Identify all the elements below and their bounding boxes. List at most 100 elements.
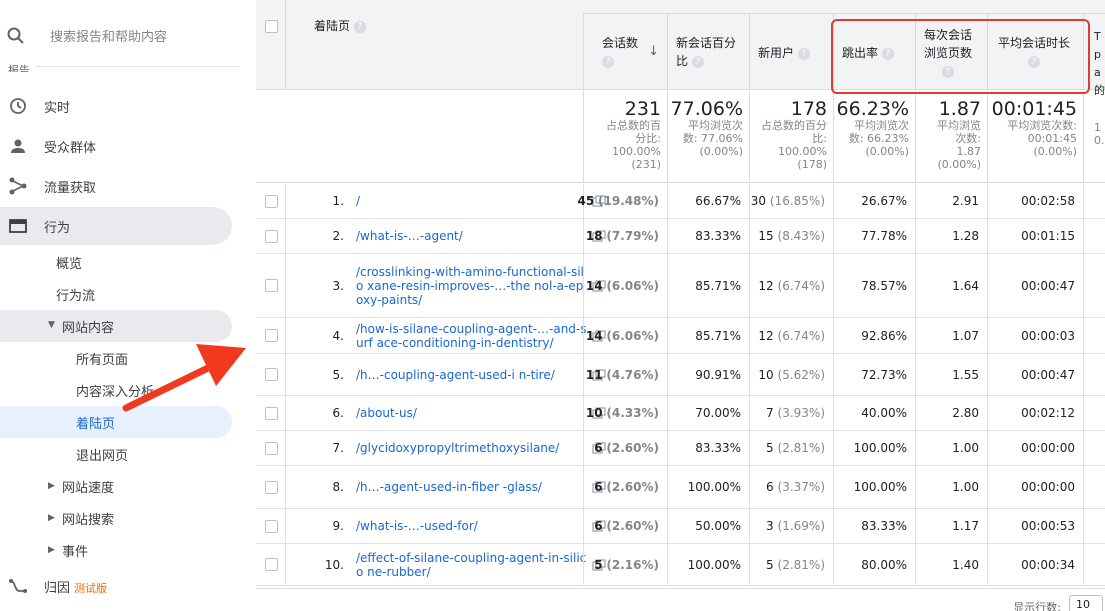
row-checkbox[interactable]: [265, 368, 278, 381]
landing-page-link[interactable]: /about-us/: [356, 406, 588, 420]
header-new-users[interactable]: 新用户 ?: [749, 14, 833, 90]
caret-down-icon[interactable]: ▼: [48, 320, 55, 330]
row-checkbox[interactable]: [265, 480, 278, 494]
row-number: 7.: [332, 441, 344, 455]
landing-page-link[interactable]: /glycidoxypropyltrimethoxysilane/: [356, 441, 588, 455]
landing-page-link[interactable]: /: [356, 194, 588, 208]
row-checkbox[interactable]: [265, 519, 278, 533]
sessions-cell: 45 (19.48%): [578, 184, 667, 218]
sidebar-item-content-drilldown[interactable]: 内容深入分析: [76, 375, 154, 405]
header-new-sessions[interactable]: 新会话百分比 ?: [667, 14, 749, 90]
row-checkbox[interactable]: [265, 329, 278, 342]
search-input[interactable]: 搜索报告和帮助内容: [50, 26, 167, 45]
landing-page-link[interactable]: /crosslinking-with-amino-functional-silo…: [356, 265, 588, 307]
pages-per-session-cell: 1.40: [915, 544, 987, 585]
sidebar-item-label: 实时: [44, 100, 71, 116]
cut-cell: [1083, 544, 1105, 585]
sort-down-icon[interactable]: ↓: [648, 44, 659, 59]
new-sessions-cell: 85.71%: [667, 318, 749, 353]
bounce-rate-cell: 40.00%: [833, 396, 915, 430]
header-pages-per-session[interactable]: 每次会话 浏览页数?: [915, 14, 987, 90]
bounce-rate-cell: 80.00%: [833, 544, 915, 585]
bounce-rate-cell: 100.00%: [833, 431, 915, 465]
help-icon[interactable]: ?: [942, 65, 954, 78]
sidebar-item-audience[interactable]: 受众群体: [0, 127, 232, 165]
pages-per-session-cell: 1.55: [915, 354, 987, 395]
header-avg-session-duration[interactable]: 平均会话时长?: [987, 14, 1083, 90]
cut-cell: [1083, 396, 1105, 430]
table-row: 8. /h…-agent-used-in-fiber -glass/6 (2.60…: [256, 466, 1105, 509]
cut-cell: [1083, 466, 1105, 508]
sidebar-group-site-content-bg: [0, 310, 232, 342]
new-users-cell: 6 (3.37%): [749, 466, 833, 508]
row-checkbox[interactable]: [265, 279, 278, 292]
sidebar-item-all-pages[interactable]: 所有页面: [76, 343, 128, 373]
sidebar-item-realtime[interactable]: 实时: [0, 87, 232, 125]
landing-page-link[interactable]: /what-is-…-agent/: [356, 229, 588, 243]
row-checkbox[interactable]: [265, 441, 278, 455]
new-users-cell: 5 (2.81%): [749, 431, 833, 465]
rows-label: 显示行数:: [1013, 601, 1061, 611]
new-users-cell: 7 (3.93%): [749, 396, 833, 430]
landing-page-link[interactable]: /how-is-silane-coupling-agent-…-and-surf…: [356, 322, 588, 350]
landing-page-link[interactable]: /h…-coupling-agent-used-i n-tire/: [356, 368, 588, 382]
sidebar-item-site-content[interactable]: 网站内容: [62, 311, 114, 341]
search-icon[interactable]: [6, 26, 26, 46]
help-icon[interactable]: ?: [881, 47, 894, 60]
landing-page-link[interactable]: /effect-of-silane-coupling-agent-in-sili…: [356, 551, 588, 579]
select-all-checkbox[interactable]: [265, 20, 278, 33]
new-users-cell: 30 (16.85%): [749, 184, 833, 218]
row-checkbox[interactable]: [265, 194, 278, 208]
row-number: 2.: [332, 229, 344, 243]
sidebar-item-label: 退出网页: [76, 448, 129, 464]
sidebar-item-label: 内容深入分析: [76, 384, 155, 400]
pages-per-session-cell: 2.80: [915, 396, 987, 430]
row-checkbox[interactable]: [265, 229, 278, 243]
header-landing-page[interactable]: 着陆页 ?: [285, 0, 583, 90]
rows-per-page-select[interactable]: 10: [1069, 595, 1103, 611]
header-sessions[interactable]: 会话数? ↓: [583, 14, 667, 90]
row-checkbox[interactable]: [265, 406, 278, 420]
table-row: 5. /h…-coupling-agent-used-i n-tire/11 (4…: [256, 354, 1105, 396]
landing-pages-table: 着陆页 ? 会话数? ↓ 新会话百分比 ? 新用户 ? 跳出率 ? 每次会话 浏览…: [256, 0, 1105, 611]
landing-page-link[interactable]: /h…-agent-used-in-fiber -glass/: [356, 480, 588, 494]
landing-page-cell: 3. /crosslinking-with-amino-functional-si…: [285, 254, 606, 317]
sidebar-item-attribution[interactable]: 归因 测试版: [0, 567, 232, 605]
help-icon[interactable]: ?: [797, 47, 810, 60]
sidebar-item-label: 概览: [56, 256, 83, 272]
caret-right-icon[interactable]: ▶: [48, 481, 55, 491]
sidebar-item-behavior[interactable]: 行为: [0, 207, 232, 245]
help-icon[interactable]: ?: [602, 55, 614, 68]
new-sessions-cell: 70.00%: [667, 396, 749, 430]
clock-icon: [10, 98, 26, 114]
caret-right-icon[interactable]: ▶: [48, 513, 55, 523]
table-row: 6. /about-us/10 (4.33%) 70.00% 7 (3.93%) 40.…: [256, 396, 1105, 431]
sidebar-item-events[interactable]: 事件: [62, 535, 88, 565]
header-bounce-rate[interactable]: 跳出率 ?: [833, 14, 915, 90]
new-users-cell: 3 (1.69%): [749, 509, 833, 543]
sidebar-item-behavior-flow[interactable]: 行为流: [56, 279, 95, 309]
cut-cell: [1083, 254, 1105, 317]
sidebar-item-exit-pages[interactable]: 退出网页: [76, 439, 128, 469]
help-icon[interactable]: ?: [353, 20, 366, 33]
sidebar-item-overview[interactable]: 概览: [56, 247, 82, 277]
sidebar-item-label: 所有页面: [76, 352, 129, 368]
help-icon[interactable]: ?: [1028, 55, 1040, 68]
search-bar[interactable]: 搜索报告和帮助内容: [0, 0, 256, 68]
sidebar-item-landing-pages[interactable]: 着陆页: [76, 407, 115, 437]
caret-right-icon[interactable]: ▶: [48, 545, 55, 555]
help-icon[interactable]: ?: [691, 55, 704, 68]
landing-page-cell: 6. /about-us/: [285, 396, 606, 430]
sidebar-item-site-search[interactable]: 网站搜索: [62, 503, 114, 533]
sidebar-item-site-speed[interactable]: 网站速度: [62, 471, 114, 501]
row-checkbox[interactable]: [265, 558, 278, 571]
landing-page-link[interactable]: /what-is-…-used-for/: [356, 519, 588, 533]
pages-per-session-cell: 1.00: [915, 466, 987, 508]
new-sessions-cell: 100.00%: [667, 544, 749, 585]
sessions-cell: 6 (2.60%): [583, 509, 667, 543]
table-row: 9. /what-is-…-used-for/6 (2.60%) 50.00% 3 (…: [256, 509, 1105, 544]
sidebar-item-acquisition[interactable]: 流量获取: [0, 167, 232, 205]
attribution-icon: [9, 579, 27, 593]
avg-duration-cell: 00:00:34: [987, 544, 1083, 585]
sidebar-item-label: 归因 测试版: [44, 580, 108, 596]
